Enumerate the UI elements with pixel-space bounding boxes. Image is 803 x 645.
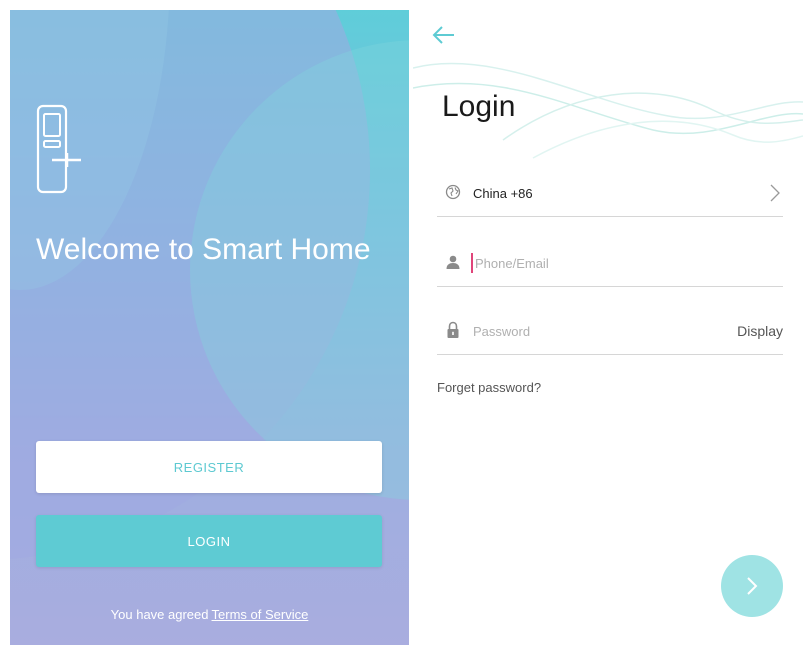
chevron-right-icon [747,577,758,595]
country-code-label: China +86 [473,186,533,201]
display-password-toggle[interactable]: Display [737,323,783,339]
chevron-right-icon [770,184,780,202]
phone-email-field [437,240,783,287]
password-input[interactable] [471,321,693,341]
country-selector[interactable]: China +86 [437,170,783,217]
user-icon [446,255,460,269]
welcome-title: Welcome to Smart Home [36,233,371,266]
smart-lock-icon [36,104,81,194]
arrow-left-icon[interactable] [431,24,457,46]
lock-icon [447,321,459,338]
password-field: Display [437,308,783,355]
register-button[interactable]: REGISTER [36,441,382,493]
next-button[interactable] [721,555,783,617]
terms-of-service-link[interactable]: Terms of Service [212,607,309,622]
page-title: Login [442,90,516,123]
forget-password-link[interactable]: Forget password? [437,380,541,395]
login-screen: Login China +86 Display Forget password? [413,0,803,645]
welcome-screen: Welcome to Smart Home REGISTER LOGIN You… [10,10,409,645]
globe-icon [445,184,461,200]
terms-prefix: You have agreed [110,607,209,622]
phone-email-input[interactable] [471,253,695,273]
login-button[interactable]: LOGIN [36,515,382,567]
terms-notice: You have agreed Terms of Service [10,607,409,622]
